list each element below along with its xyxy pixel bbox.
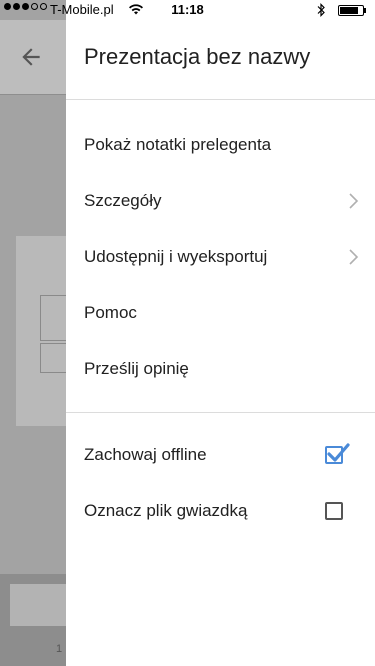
chevron-right-icon bbox=[349, 193, 359, 209]
menu-item-share-export[interactable]: Udostępnij i wyeksportuj bbox=[66, 229, 375, 285]
menu-item-star-file[interactable]: Oznacz plik gwiazdką bbox=[66, 483, 375, 539]
back-arrow-icon[interactable] bbox=[18, 44, 44, 70]
status-bar: T-Mobile.pl 11:18 bbox=[0, 0, 375, 20]
menu-item-help[interactable]: Pomoc bbox=[66, 285, 375, 341]
menu-item-label: Pokaż notatki prelegenta bbox=[84, 135, 272, 154]
menu-item-keep-offline[interactable]: Zachowaj offline bbox=[66, 427, 375, 483]
navigation-drawer: Prezentacja bez nazwy Pokaż notatki prel… bbox=[66, 0, 375, 666]
menu-item-label: Szczegóły bbox=[84, 191, 162, 210]
bluetooth-icon bbox=[317, 3, 325, 17]
menu-item-details[interactable]: Szczegóły bbox=[66, 173, 375, 229]
menu-item-label: Oznacz plik gwiazdką bbox=[84, 501, 248, 520]
checkmark-icon bbox=[327, 443, 350, 462]
menu-item-label: Prześlij opinię bbox=[84, 359, 189, 378]
drawer-title: Prezentacja bez nazwy bbox=[84, 44, 311, 69]
slide-thumbnail[interactable] bbox=[10, 584, 70, 626]
menu-item-label: Pomoc bbox=[84, 303, 137, 322]
menu-item-send-feedback[interactable]: Prześlij opinię bbox=[66, 341, 375, 397]
battery-icon bbox=[338, 5, 364, 16]
star-file-checkbox[interactable] bbox=[325, 502, 343, 520]
keep-offline-checkbox[interactable] bbox=[325, 443, 350, 464]
chevron-right-icon bbox=[349, 249, 359, 265]
menu-item-label: Zachowaj offline bbox=[84, 445, 207, 464]
battery-tip bbox=[364, 8, 366, 13]
menu-item-label: Udostępnij i wyeksportuj bbox=[84, 247, 268, 266]
slide-page-number: 1 bbox=[56, 643, 63, 655]
divider bbox=[66, 99, 375, 100]
divider bbox=[66, 412, 375, 413]
menu-item-speaker-notes[interactable]: Pokaż notatki prelegenta bbox=[66, 117, 375, 173]
